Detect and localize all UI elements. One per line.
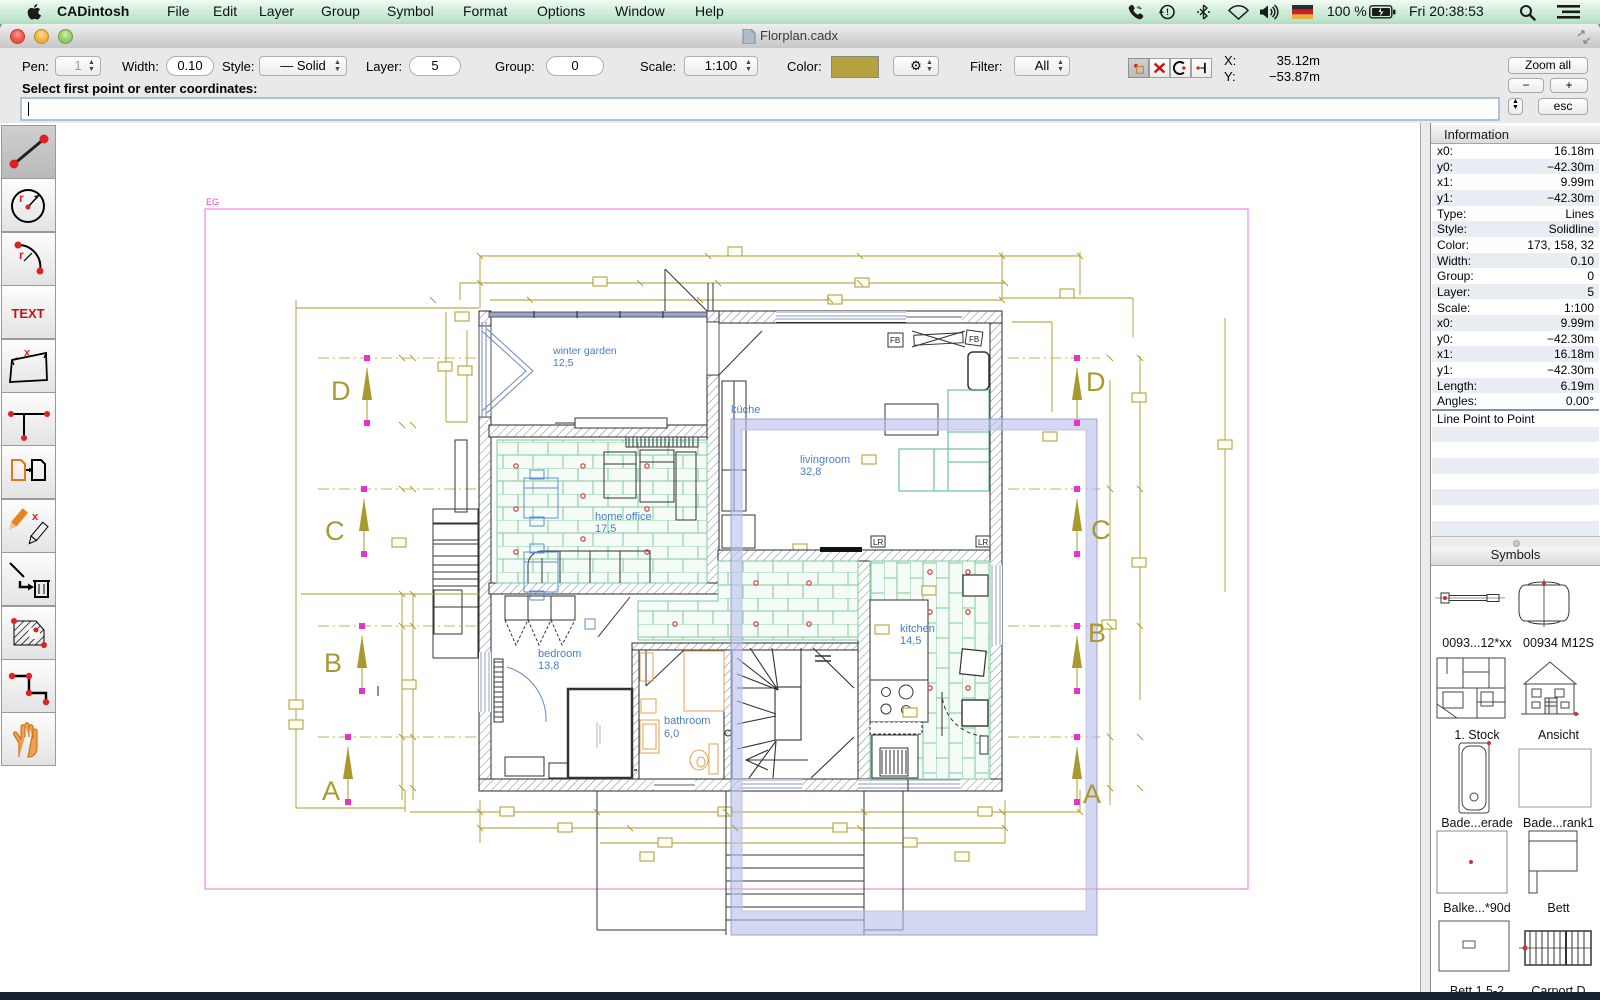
svg-text:B: B — [324, 648, 342, 678]
svg-text:bedroom: bedroom — [538, 648, 581, 660]
svg-text:r: r — [19, 191, 24, 205]
svg-text:x: x — [32, 511, 39, 523]
svg-text:FB: FB — [969, 335, 979, 344]
svg-text:17,5: 17,5 — [595, 523, 616, 535]
svg-text:!: ! — [1166, 7, 1169, 17]
svg-text:FB: FB — [890, 336, 900, 345]
svg-text:r: r — [19, 248, 24, 262]
svg-text:12,5: 12,5 — [553, 357, 574, 369]
svg-text:livingroom: livingroom — [800, 454, 850, 466]
svg-text:A: A — [322, 776, 340, 806]
svg-text:6,0: 6,0 — [664, 728, 679, 740]
svg-text:C: C — [325, 516, 345, 546]
svg-text:x: x — [24, 347, 31, 359]
svg-text:C: C — [1091, 515, 1111, 545]
svg-text:home office: home office — [595, 511, 652, 523]
svg-text:bathroom: bathroom — [664, 715, 710, 727]
svg-text:D: D — [331, 376, 351, 406]
svg-text:winter garden: winter garden — [552, 345, 617, 357]
svg-text:14,5: 14,5 — [900, 635, 921, 647]
svg-text:13,8: 13,8 — [538, 660, 559, 672]
svg-text:küche: küche — [731, 404, 760, 416]
svg-text:EG: EG — [206, 197, 219, 207]
svg-text:LR: LR — [873, 538, 883, 547]
svg-text:TEXT: TEXT — [11, 306, 44, 321]
svg-text:B: B — [1088, 618, 1106, 648]
svg-text:D: D — [1086, 367, 1106, 397]
svg-text:A: A — [1083, 779, 1101, 809]
svg-text:kitchen: kitchen — [900, 623, 935, 635]
svg-text:32,8: 32,8 — [800, 466, 821, 478]
svg-text:LR: LR — [978, 538, 988, 547]
